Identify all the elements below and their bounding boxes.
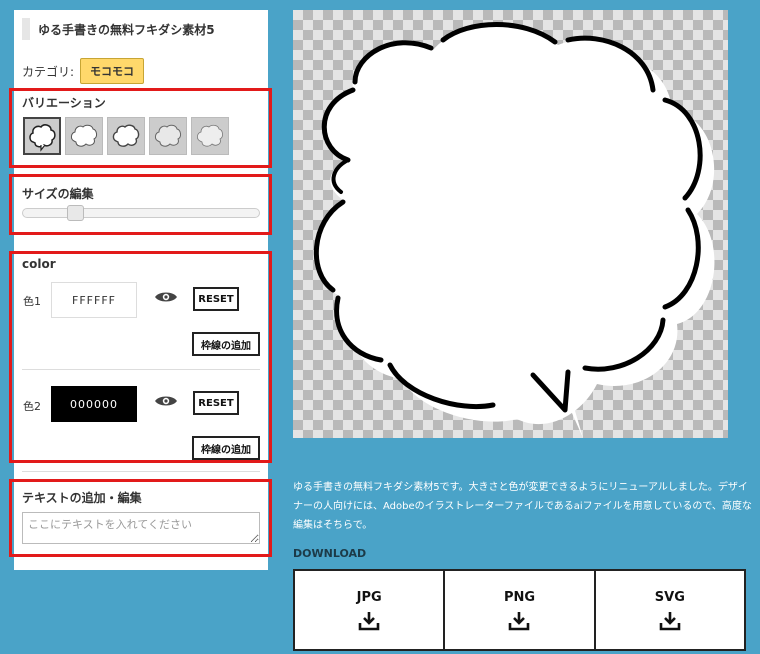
color2-reset-button[interactable]: RESET xyxy=(193,391,239,415)
eye-icon[interactable] xyxy=(154,394,178,408)
speech-bubble-preview xyxy=(313,22,715,438)
download-icon xyxy=(659,611,681,630)
size-slider-track[interactable] xyxy=(22,208,260,218)
material-title: ゆる手書きの無料フキダシ素材5 xyxy=(38,22,215,37)
text-divider xyxy=(22,471,260,472)
variation-title: バリエーション xyxy=(22,96,106,110)
category-label: カテゴリ: xyxy=(22,64,75,79)
color2-swatch[interactable]: 000000 xyxy=(51,386,137,422)
color-highlight xyxy=(9,251,272,463)
download-jpg-label: JPG xyxy=(356,589,382,605)
color2-add-border-button[interactable]: 枠線の追加 xyxy=(192,436,260,460)
color1-add-border-button[interactable]: 枠線の追加 xyxy=(192,332,260,356)
download-png-label: PNG xyxy=(503,589,536,605)
text-input[interactable] xyxy=(22,512,260,544)
download-icon xyxy=(358,611,380,630)
material-description: ゆる手書きの無料フキダシ素材5です。大きさと色が変更できるようにリニューアルしま… xyxy=(293,482,752,531)
eye-icon[interactable] xyxy=(154,290,178,304)
category-badge[interactable]: モコモコ xyxy=(80,58,145,84)
material-title-row: ゆる手書きの無料フキダシ素材5 xyxy=(22,18,215,40)
variation-thumbnails xyxy=(23,117,229,155)
color1-reset-button[interactable]: RESET xyxy=(193,287,239,311)
download-buttons: JPG PNG SVG xyxy=(293,569,746,651)
text-title: テキストの追加・編集 xyxy=(22,491,142,505)
download-svg-label: SVG xyxy=(654,589,685,605)
variation-thumb-3[interactable] xyxy=(107,117,145,155)
size-title: サイズの編集 xyxy=(22,187,94,201)
color1-label: 色1 xyxy=(23,295,41,308)
variation-thumb-4[interactable] xyxy=(149,117,187,155)
download-jpg-button[interactable]: JPG xyxy=(295,571,444,649)
download-png-button[interactable]: PNG xyxy=(445,571,594,649)
color1-swatch[interactable]: FFFFFF xyxy=(51,282,137,318)
color-divider xyxy=(22,369,260,370)
download-heading: DOWNLOAD xyxy=(293,547,367,560)
variation-thumb-1[interactable] xyxy=(23,117,61,155)
download-icon xyxy=(509,611,530,630)
variation-thumb-2[interactable] xyxy=(65,117,103,155)
size-slider-handle[interactable] xyxy=(67,205,84,221)
size-highlight xyxy=(9,174,272,235)
variation-thumb-5[interactable] xyxy=(191,117,229,155)
color2-label: 色2 xyxy=(23,400,41,413)
category-row: カテゴリ: モコモコ xyxy=(22,58,145,84)
color-title: color xyxy=(22,257,56,271)
preview-canvas xyxy=(293,10,728,438)
download-svg-button[interactable]: SVG xyxy=(595,571,744,649)
title-accent-bar xyxy=(22,18,30,40)
